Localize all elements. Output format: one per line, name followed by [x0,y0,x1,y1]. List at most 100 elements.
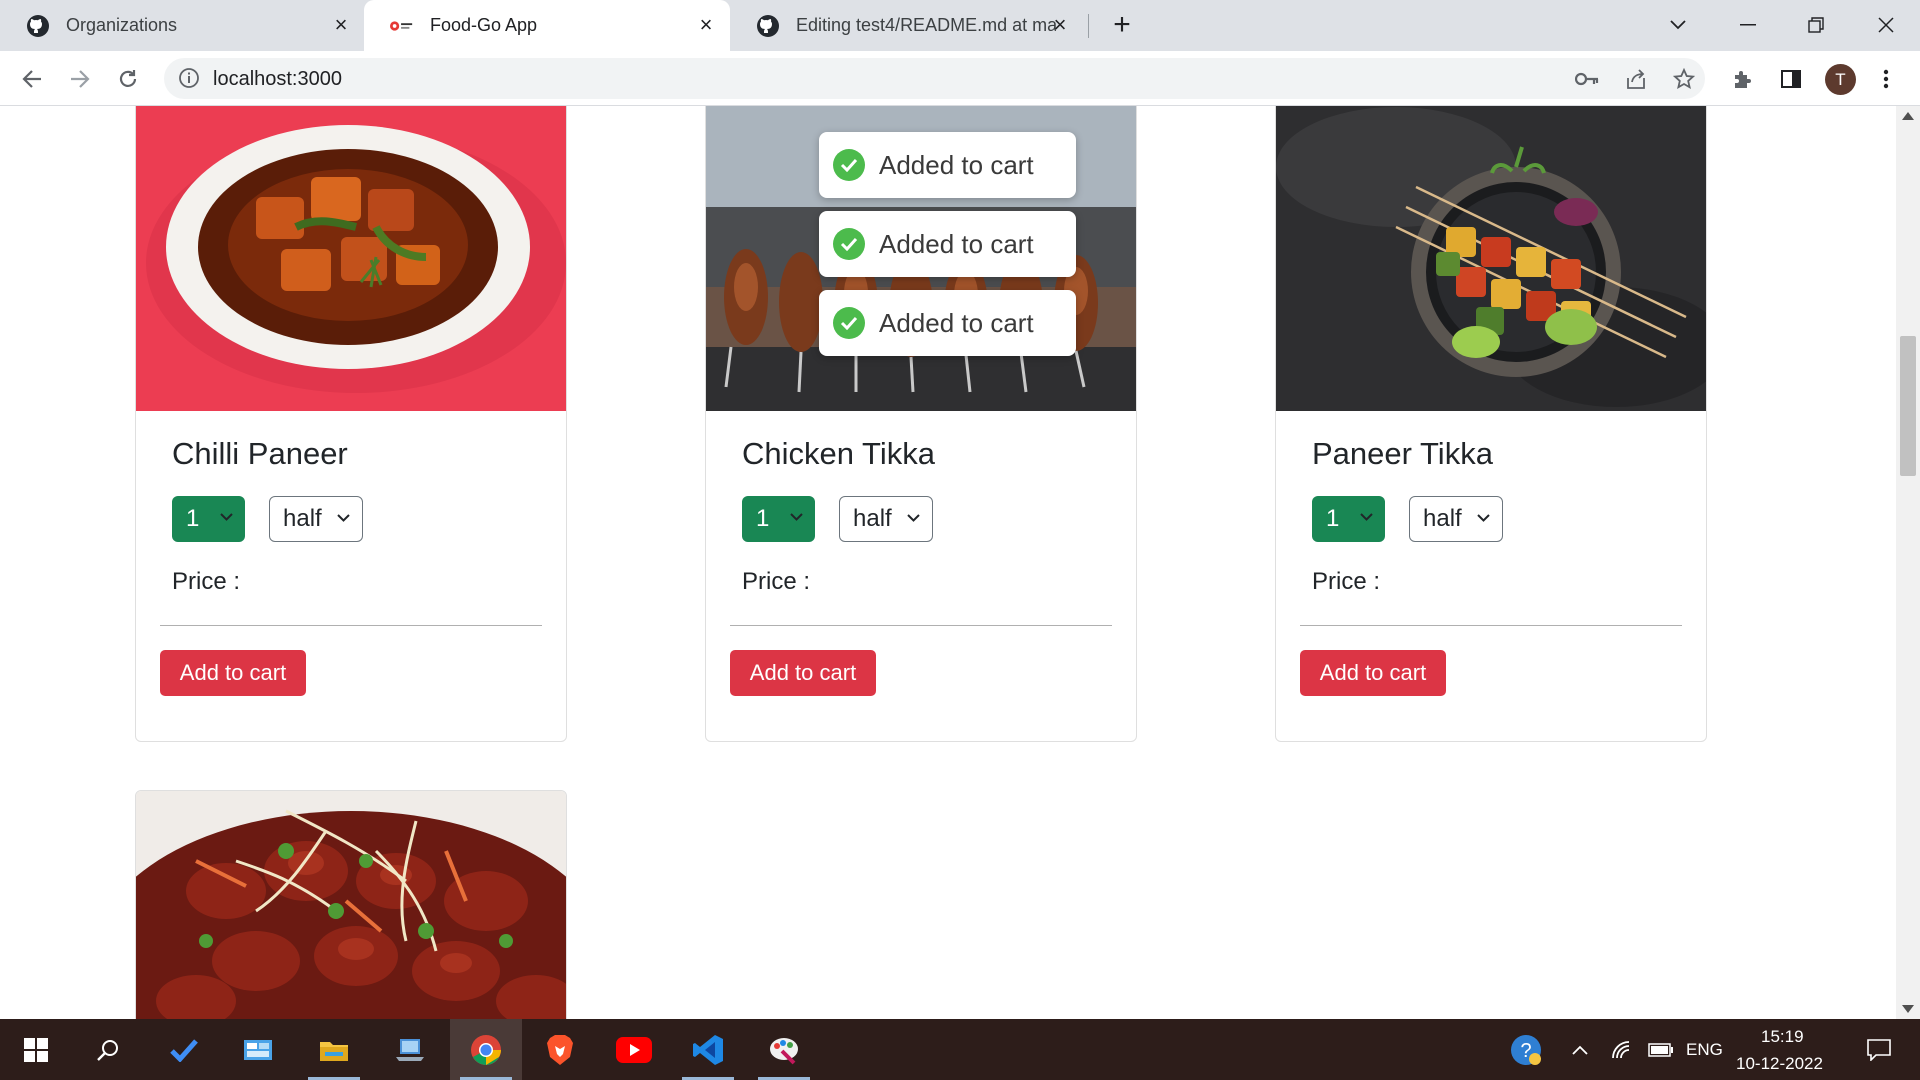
brave-icon[interactable] [524,1019,596,1080]
quantity-select[interactable]: 1 [172,496,245,542]
extensions-icon[interactable] [1727,63,1759,95]
price-label: Price : [742,568,811,595]
share-icon[interactable] [1623,66,1649,92]
notifications-icon[interactable] [1854,1019,1904,1080]
clock-time[interactable]: 15:19 [1761,1027,1804,1047]
close-icon[interactable]: × [1048,13,1072,37]
quantity-value: 1 [186,505,200,532]
tab-food-go-app[interactable]: Food-Go App × [364,0,730,51]
chrome-icon[interactable] [450,1019,522,1080]
browser-tab-bar: Organizations × Food-Go App × Editing te… [0,0,1920,51]
laptop-icon[interactable] [374,1019,446,1080]
food-card-chicken-tikka: Chicken Tikka 1 half Price : Add to cart [705,106,1137,742]
portion-value: half [853,505,892,532]
price-label: Price : [1312,568,1381,595]
portion-value: half [1423,505,1462,532]
food-go-favicon-icon [390,14,414,38]
divider [730,625,1112,626]
divider [1300,625,1682,626]
portion-select[interactable]: half [1409,496,1503,542]
check-circle-icon [833,228,865,260]
portion-select[interactable]: half [269,496,363,542]
chevron-down-icon [1360,513,1373,521]
new-tab-button[interactable]: + [1108,10,1136,40]
scroll-down-arrow-icon[interactable] [1902,1005,1914,1013]
profile-avatar[interactable]: T [1825,64,1856,95]
todo-icon[interactable] [148,1019,220,1080]
browser-toolbar: localhost:3000 T [0,51,1920,106]
key-icon[interactable] [1574,66,1600,92]
tab-title: Organizations [66,15,178,35]
add-to-cart-button[interactable]: Add to cart [160,650,306,696]
quantity-select[interactable]: 1 [742,496,815,542]
add-to-cart-button[interactable]: Add to cart [1300,650,1446,696]
youtube-icon[interactable] [598,1019,670,1080]
chevron-down-icon [790,513,803,521]
chevron-down-icon [220,513,233,521]
reload-button[interactable] [112,63,144,95]
help-icon[interactable]: ? [1506,1019,1546,1080]
side-panel-icon[interactable] [1775,63,1807,95]
windows-start-icon[interactable] [0,1019,72,1080]
address-bar[interactable]: localhost:3000 [164,58,1705,99]
paint-icon[interactable] [748,1019,820,1080]
url-text: localhost:3000 [213,68,342,90]
tab-editing-readme[interactable]: Editing test4/README.md at mai × [730,0,1090,51]
battery-icon[interactable] [1642,1019,1680,1080]
scrollbar-thumb[interactable] [1900,336,1916,476]
bookmark-star-icon[interactable] [1671,66,1697,92]
close-icon[interactable]: × [694,13,718,37]
food-image-manchurian [136,791,566,1019]
tab-title: Editing test4/README.md at mai [796,15,1056,35]
forward-button[interactable] [64,63,96,95]
chevron-down-icon [1477,514,1490,522]
chevron-down-icon [337,514,350,522]
portion-value: half [283,505,322,532]
tab-organizations[interactable]: Organizations × [0,0,365,51]
minimize-button[interactable] [1728,8,1768,42]
language-indicator[interactable]: ENG [1686,1040,1723,1060]
wifi-icon[interactable] [1604,1019,1640,1080]
page-scrollbar[interactable] [1896,106,1920,1019]
chevron-down-icon [907,514,920,522]
info-icon[interactable] [178,67,200,89]
food-card-partial [135,790,567,1019]
back-button[interactable] [16,63,48,95]
check-circle-icon [833,149,865,181]
food-title: Chicken Tikka [742,436,935,471]
food-card-chilli-paneer: Chilli Paneer 1 half Price : Add to cart [135,106,567,742]
toast-notification[interactable]: Added to cart [819,211,1076,277]
close-icon[interactable]: × [329,13,353,37]
toast-notification[interactable]: Added to cart [819,132,1076,198]
portion-select[interactable]: half [839,496,933,542]
price-label: Price : [172,568,241,595]
quantity-value: 1 [1326,505,1340,532]
check-circle-icon [833,307,865,339]
show-hidden-icons-chevron-up-icon[interactable] [1564,1019,1596,1080]
toast-notification[interactable]: Added to cart [819,290,1076,356]
clock-date[interactable]: 10-12-2022 [1736,1054,1823,1074]
page-viewport: Chilli Paneer 1 half Price : Add to cart [0,106,1920,1019]
github-icon [756,14,780,38]
add-to-cart-button[interactable]: Add to cart [730,650,876,696]
toast-message: Added to cart [879,307,1034,338]
quantity-select[interactable]: 1 [1312,496,1385,542]
toast-message: Added to cart [879,228,1034,259]
food-image-chilli-paneer [136,106,566,411]
close-window-button[interactable] [1866,8,1906,42]
tab-separator [1088,14,1089,38]
tab-search-button[interactable] [1658,8,1698,42]
search-icon[interactable] [72,1019,144,1080]
food-title: Paneer Tikka [1312,436,1493,471]
vscode-icon[interactable] [672,1019,744,1080]
food-image-paneer-tikka [1276,106,1706,411]
restore-button[interactable] [1796,8,1836,42]
scroll-up-arrow-icon[interactable] [1902,112,1914,120]
github-icon [26,14,50,38]
windows-taskbar: ? ENG 15:19 10-12-2022 [0,1019,1920,1080]
file-explorer-icon[interactable] [298,1019,370,1080]
control-panel-icon[interactable] [222,1019,294,1080]
menu-kebab-icon[interactable] [1870,63,1902,95]
quantity-value: 1 [756,505,770,532]
toast-message: Added to cart [879,149,1034,180]
